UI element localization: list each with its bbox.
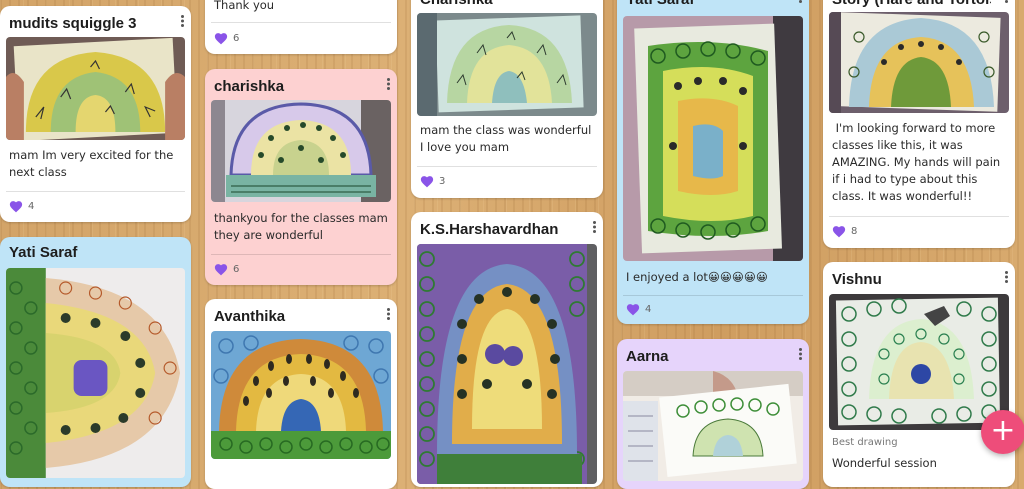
post-title: Yati Saraf xyxy=(626,0,785,8)
heart-icon xyxy=(214,264,228,276)
post-title: Yati Saraf xyxy=(9,244,78,261)
add-post-button[interactable]: + xyxy=(981,410,1024,454)
heart-icon xyxy=(214,33,228,45)
post-card[interactable]: Charishka mam the class was wonderful I … xyxy=(411,0,603,198)
heart-icon xyxy=(832,226,846,238)
post-text: thankyou for the classes mam they are wo… xyxy=(214,211,388,242)
post-title: charishka xyxy=(214,78,285,95)
post-text: Wonderful session xyxy=(832,456,937,470)
post-card[interactable]: Story (Hare and Tortoise) I'm looking fo… xyxy=(823,0,1015,248)
post-text: mam Im very excited for the next class xyxy=(9,148,174,179)
more-options-icon[interactable] xyxy=(799,0,802,3)
post-title: mudits squiggle 3 xyxy=(9,15,137,32)
post-card[interactable]: Vishnu Best drawing Wonderful session xyxy=(823,262,1015,487)
divider xyxy=(417,166,597,167)
divider xyxy=(623,295,803,296)
like-button[interactable]: 8 xyxy=(832,225,857,238)
heart-icon xyxy=(626,304,640,316)
post-card[interactable]: mudits squiggle 3 mam Im very excited fo… xyxy=(0,6,191,222)
post-title: Avanthika xyxy=(214,308,286,325)
post-image[interactable] xyxy=(6,268,185,478)
post-image[interactable] xyxy=(6,37,185,140)
more-options-icon[interactable] xyxy=(387,78,390,90)
like-count: 6 xyxy=(233,264,240,275)
like-count: 4 xyxy=(28,201,35,212)
post-card[interactable]: Yati Saraf I enjoyed a lot😀😀😀😀😀 xyxy=(617,0,809,324)
post-card[interactable]: Thank you 6 xyxy=(205,0,397,54)
post-image[interactable] xyxy=(623,16,803,261)
like-count: 8 xyxy=(851,226,858,237)
post-title: Charishka xyxy=(420,0,579,8)
post-image[interactable] xyxy=(417,13,597,116)
post-image[interactable] xyxy=(211,331,391,459)
post-text: Thank you xyxy=(214,0,275,12)
more-options-icon[interactable] xyxy=(799,348,802,360)
like-count: 4 xyxy=(645,304,652,315)
post-title: Story (Hare and Tortoise) xyxy=(832,0,991,8)
more-options-icon[interactable] xyxy=(387,308,390,320)
like-button[interactable]: 4 xyxy=(9,200,34,213)
post-text: I'm looking forward to more classes like… xyxy=(832,121,1004,203)
post-title: Vishnu xyxy=(832,271,882,288)
heart-icon xyxy=(9,201,23,213)
heart-icon xyxy=(420,176,434,188)
divider xyxy=(211,22,391,23)
post-image[interactable] xyxy=(829,294,1009,430)
post-card[interactable]: K.S.Harshavardhan xyxy=(411,212,603,487)
post-image[interactable] xyxy=(417,244,597,484)
post-card[interactable]: Yati Saraf xyxy=(0,237,191,487)
divider xyxy=(6,191,185,192)
more-options-icon[interactable] xyxy=(181,15,184,27)
post-card[interactable]: Avanthika xyxy=(205,299,397,489)
plus-icon: + xyxy=(990,413,1016,448)
post-card[interactable]: Aarna xyxy=(617,339,809,489)
more-options-icon[interactable] xyxy=(593,221,596,233)
post-image[interactable] xyxy=(829,12,1009,113)
post-image[interactable] xyxy=(623,371,803,481)
divider xyxy=(211,254,391,255)
post-text: mam the class was wonderful I love you m… xyxy=(420,123,592,154)
post-title: Aarna xyxy=(626,348,669,365)
post-title: K.S.Harshavardhan xyxy=(420,221,559,238)
more-options-icon[interactable] xyxy=(1005,0,1008,3)
like-count: 6 xyxy=(233,33,240,44)
divider xyxy=(829,216,1009,217)
like-button[interactable]: 6 xyxy=(214,32,239,45)
more-options-icon[interactable] xyxy=(1005,271,1008,283)
like-button[interactable]: 6 xyxy=(214,263,239,276)
post-caption: Best drawing xyxy=(832,437,898,448)
like-button[interactable]: 4 xyxy=(626,303,651,316)
like-button[interactable]: 3 xyxy=(420,175,445,188)
post-text: I enjoyed a lot😀😀😀😀😀 xyxy=(626,270,768,284)
like-count: 3 xyxy=(439,176,446,187)
post-card[interactable]: charishka thankyou for the classes mam t… xyxy=(205,69,397,285)
post-image[interactable] xyxy=(211,100,391,202)
